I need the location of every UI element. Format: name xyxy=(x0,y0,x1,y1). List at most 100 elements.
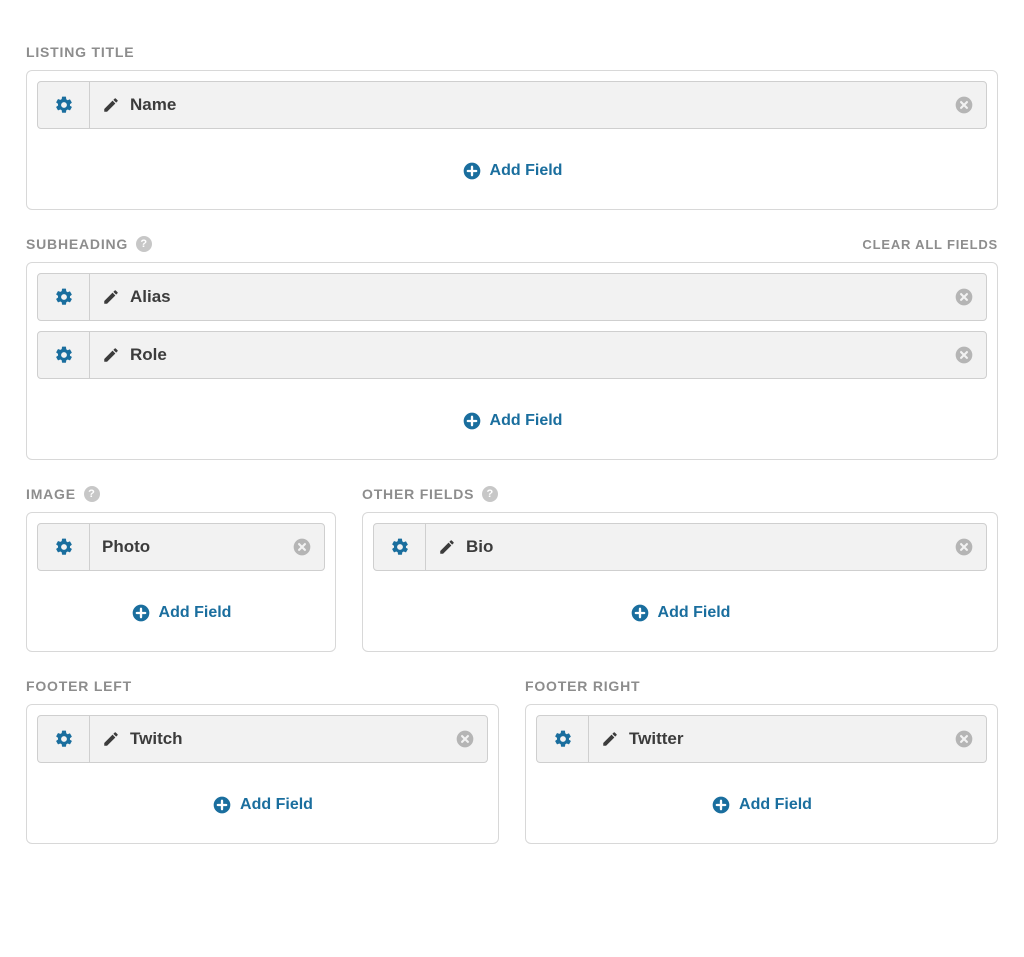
close-icon xyxy=(954,345,974,365)
field-settings-button[interactable] xyxy=(38,82,90,128)
section-title: FOOTER LEFT xyxy=(26,678,132,694)
section-header-image: IMAGE ? xyxy=(26,486,336,502)
plus-circle-icon xyxy=(630,603,650,623)
field-settings-button[interactable] xyxy=(38,274,90,320)
field-row-bio[interactable]: Bio xyxy=(373,523,987,571)
add-field-button[interactable]: Add Field xyxy=(536,773,987,833)
panel-footer-right: Twitter Add Field xyxy=(525,704,998,844)
panel-subheading: Alias Role Add Field xyxy=(26,262,998,460)
section-title: FOOTER RIGHT xyxy=(525,678,640,694)
panel-other-fields: Bio Add Field xyxy=(362,512,998,652)
plus-circle-icon xyxy=(212,795,232,815)
field-remove-button[interactable] xyxy=(942,274,986,320)
panel-footer-left: Twitch Add Field xyxy=(26,704,499,844)
help-icon[interactable]: ? xyxy=(482,486,498,502)
field-settings-button[interactable] xyxy=(374,524,426,570)
section-title: LISTING TITLE xyxy=(26,44,134,60)
section-title: SUBHEADING ? xyxy=(26,236,152,252)
add-field-label: Add Field xyxy=(739,796,812,814)
field-remove-button[interactable] xyxy=(942,716,986,762)
field-remove-button[interactable] xyxy=(280,524,324,570)
field-remove-button[interactable] xyxy=(942,524,986,570)
section-title-text: OTHER FIELDS xyxy=(362,486,474,502)
section-title: IMAGE ? xyxy=(26,486,100,502)
section-title-text: SUBHEADING xyxy=(26,236,128,252)
field-label: Bio xyxy=(466,537,493,557)
section-header-footer-right: FOOTER RIGHT xyxy=(525,678,998,694)
add-field-button[interactable]: Add Field xyxy=(373,581,987,641)
panel-listing-title: Name Add Field xyxy=(26,70,998,210)
pencil-icon xyxy=(102,346,120,364)
section-header-other-fields: OTHER FIELDS ? xyxy=(362,486,998,502)
field-label: Name xyxy=(130,95,176,115)
field-label: Twitter xyxy=(629,729,683,749)
clear-all-label: CLEAR ALL FIELDS xyxy=(862,237,998,252)
section-title: OTHER FIELDS ? xyxy=(362,486,498,502)
add-field-label: Add Field xyxy=(159,604,232,622)
field-body: Alias xyxy=(90,274,942,320)
plus-circle-icon xyxy=(462,411,482,431)
gear-icon xyxy=(54,729,74,749)
field-row-alias[interactable]: Alias xyxy=(37,273,987,321)
section-header-footer-left: FOOTER LEFT xyxy=(26,678,499,694)
add-field-label: Add Field xyxy=(490,412,563,430)
pencil-icon xyxy=(102,730,120,748)
section-title-text: FOOTER LEFT xyxy=(26,678,132,694)
add-field-button[interactable]: Add Field xyxy=(37,773,488,833)
section-title-text: IMAGE xyxy=(26,486,76,502)
field-label: Alias xyxy=(130,287,171,307)
field-row-photo[interactable]: Photo xyxy=(37,523,325,571)
add-field-label: Add Field xyxy=(658,604,731,622)
help-icon[interactable]: ? xyxy=(84,486,100,502)
field-row-twitter[interactable]: Twitter xyxy=(536,715,987,763)
pencil-icon xyxy=(102,288,120,306)
section-title-text: LISTING TITLE xyxy=(26,44,134,60)
close-icon xyxy=(954,537,974,557)
field-remove-button[interactable] xyxy=(443,716,487,762)
add-field-button[interactable]: Add Field xyxy=(37,139,987,199)
section-header-subheading: SUBHEADING ? CLEAR ALL FIELDS xyxy=(26,236,998,252)
close-icon xyxy=(954,729,974,749)
close-icon xyxy=(455,729,475,749)
field-body: Name xyxy=(90,82,942,128)
gear-icon xyxy=(390,537,410,557)
help-icon[interactable]: ? xyxy=(136,236,152,252)
field-row-role[interactable]: Role xyxy=(37,331,987,379)
field-label: Role xyxy=(130,345,167,365)
field-row-twitch[interactable]: Twitch xyxy=(37,715,488,763)
add-field-label: Add Field xyxy=(490,162,563,180)
clear-all-fields-button[interactable]: CLEAR ALL FIELDS xyxy=(862,237,998,252)
close-icon xyxy=(954,287,974,307)
field-body: Twitter xyxy=(589,716,942,762)
field-body: Role xyxy=(90,332,942,378)
gear-icon xyxy=(54,537,74,557)
plus-circle-icon xyxy=(131,603,151,623)
field-body: Bio xyxy=(426,524,942,570)
gear-icon xyxy=(54,287,74,307)
panel-image: Photo Add Field xyxy=(26,512,336,652)
field-settings-button[interactable] xyxy=(537,716,589,762)
add-field-label: Add Field xyxy=(240,796,313,814)
gear-icon xyxy=(54,345,74,365)
field-remove-button[interactable] xyxy=(942,332,986,378)
close-icon xyxy=(954,95,974,115)
gear-icon xyxy=(553,729,573,749)
pencil-icon xyxy=(102,96,120,114)
field-remove-button[interactable] xyxy=(942,82,986,128)
plus-circle-icon xyxy=(462,161,482,181)
add-field-button[interactable]: Add Field xyxy=(37,581,325,641)
add-field-button[interactable]: Add Field xyxy=(37,389,987,449)
field-settings-button[interactable] xyxy=(38,716,90,762)
plus-circle-icon xyxy=(711,795,731,815)
pencil-icon xyxy=(438,538,456,556)
field-settings-button[interactable] xyxy=(38,332,90,378)
field-row-name[interactable]: Name xyxy=(37,81,987,129)
section-header-listing-title: LISTING TITLE xyxy=(26,44,998,60)
field-body: Twitch xyxy=(90,716,443,762)
field-body: Photo xyxy=(90,524,280,570)
field-settings-button[interactable] xyxy=(38,524,90,570)
section-title-text: FOOTER RIGHT xyxy=(525,678,640,694)
field-label: Twitch xyxy=(130,729,183,749)
gear-icon xyxy=(54,95,74,115)
close-icon xyxy=(292,537,312,557)
